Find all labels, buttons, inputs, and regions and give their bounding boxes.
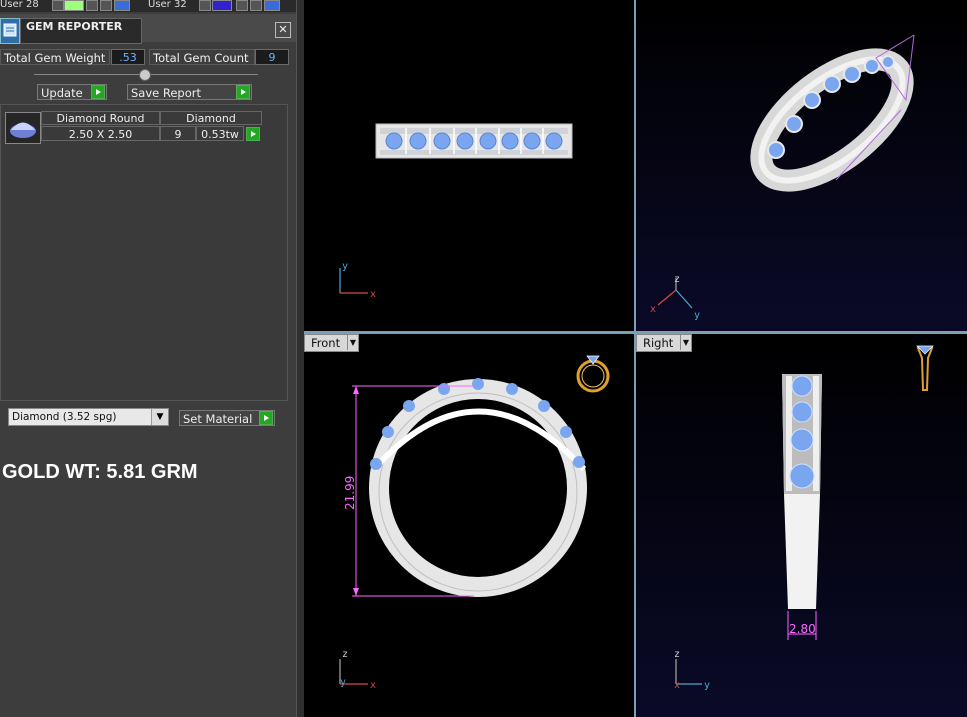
axis-z-label: z	[674, 274, 680, 285]
perspective-ring: z x y	[650, 34, 915, 321]
layer-icon[interactable]	[114, 0, 130, 11]
lock-icon[interactable]	[86, 0, 98, 11]
gem-reporter-icon	[0, 18, 20, 44]
user-32-label: User 32	[148, 0, 187, 10]
table-header-shape: Diamond Round	[41, 111, 160, 125]
play-icon[interactable]	[199, 0, 211, 11]
layer-icon[interactable]	[264, 0, 280, 11]
viewport-right[interactable]: Right ▼ 2.80 z y x	[636, 334, 967, 717]
total-gem-weight-value: .53	[111, 49, 145, 65]
update-arrow-icon[interactable]	[91, 85, 105, 99]
axis-z-label: z	[342, 649, 348, 660]
gem-size-cell: 2.50 X 2.50	[41, 126, 160, 141]
close-icon[interactable]: ✕	[275, 22, 291, 38]
play-icon[interactable]	[52, 0, 64, 11]
ring-gold-icon	[576, 355, 610, 393]
lock-icon[interactable]	[250, 0, 262, 11]
total-gem-count-value: 9	[255, 49, 289, 65]
axis-y-label: y	[340, 677, 346, 688]
save-report-arrow-icon[interactable]	[236, 85, 250, 99]
axis-z-label: z	[674, 649, 680, 660]
width-dimension: 2.80	[789, 622, 816, 636]
update-label: Update	[41, 86, 83, 100]
table-header-material: Diamond	[160, 111, 262, 125]
axis-y-label: y	[704, 680, 710, 691]
lock-icon[interactable]	[236, 0, 248, 11]
set-material-arrow-icon[interactable]	[259, 411, 273, 425]
viewport-front[interactable]: Front ▼ 21.99 z x y	[304, 334, 634, 717]
gem-count-cell: 9	[160, 126, 196, 141]
front-view-ring: 21.99 z x y	[339, 355, 610, 691]
gem-thumbnail	[5, 112, 41, 144]
total-gem-count-label: Total Gem Count	[149, 49, 255, 65]
user-28-label: User 28	[0, 0, 39, 10]
axis-y-label: y	[694, 310, 700, 321]
diameter-dimension: 21.99	[343, 476, 357, 510]
chevron-down-icon[interactable]: ▼	[347, 335, 358, 350]
axis-x-label: x	[370, 289, 376, 300]
material-select[interactable]: Diamond (3.52 spg)	[8, 408, 169, 426]
axis-x-label: x	[370, 680, 376, 691]
ring-profile-icon	[916, 345, 934, 391]
top-view-ring: y x	[339, 123, 573, 300]
color-swatch-blue[interactable]	[212, 0, 232, 11]
axis-x-label: x	[650, 304, 656, 315]
total-gem-weight-label: Total Gem Weight	[0, 49, 110, 65]
panel-title: GEM REPORTER	[26, 20, 123, 33]
chevron-down-icon[interactable]: ▼	[680, 335, 691, 350]
gold-weight-label: GOLD WT: 5.81 GRM	[2, 461, 198, 483]
viewport-right-tab-label: Right	[643, 336, 674, 350]
set-material-label: Set Material	[183, 412, 253, 426]
panel-slider-knob[interactable]	[139, 69, 151, 81]
gem-weight-cell: 0.53tw	[196, 126, 244, 141]
toolbar-strip: User 28 User 32	[0, 0, 296, 12]
dropdown-arrow-icon[interactable]: ▼	[151, 409, 168, 425]
gem-row-arrow-icon[interactable]	[246, 127, 260, 141]
viewport-top[interactable]: y x	[304, 0, 634, 331]
axis-y-label: y	[342, 261, 348, 272]
save-report-label: Save Report	[131, 86, 202, 100]
viewport-front-tab-label: Front	[311, 336, 341, 350]
viewport-perspective[interactable]: z x y	[636, 0, 967, 331]
right-view-ring: 2.80 z y x	[674, 345, 934, 691]
axis-x-label: x	[674, 680, 680, 691]
color-swatch-green[interactable]	[64, 0, 84, 11]
save-report-button[interactable]: Save Report	[127, 84, 252, 100]
gem-list-area	[0, 104, 288, 401]
lock-icon[interactable]	[100, 0, 112, 11]
